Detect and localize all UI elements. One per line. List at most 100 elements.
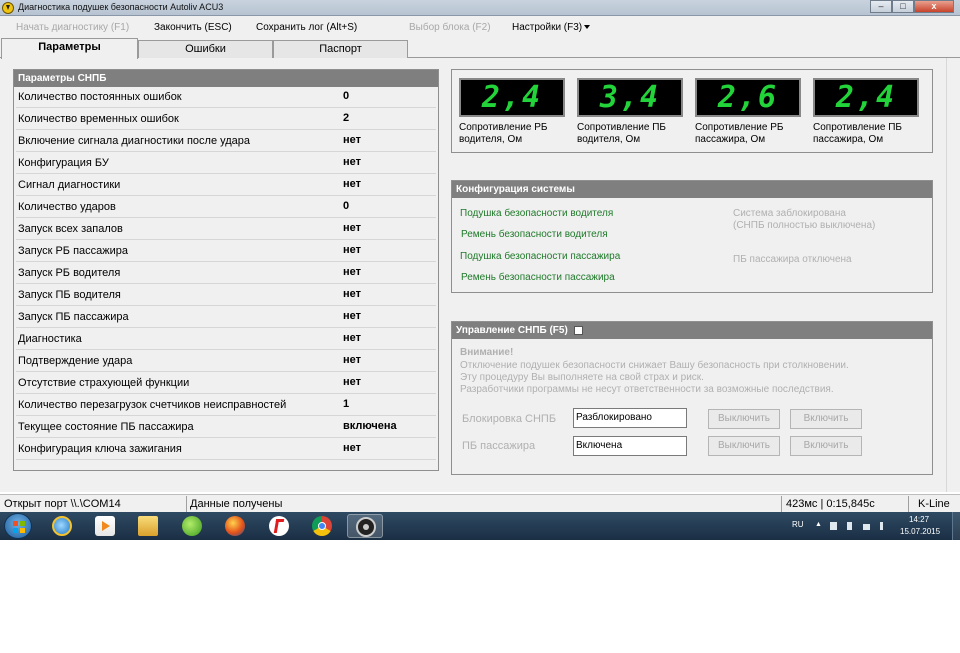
- show-desktop-button[interactable]: [952, 512, 960, 540]
- passenger-off-button[interactable]: Выключить: [708, 436, 780, 456]
- resistance-label-line2: пассажира, Ом: [813, 134, 884, 145]
- tray-expand-icon[interactable]: ▲: [815, 521, 822, 528]
- network-signal-icon[interactable]: [863, 524, 870, 530]
- taskbar-chrome[interactable]: [304, 514, 340, 538]
- param-label: Конфигурация БУ: [18, 157, 109, 169]
- clock-time[interactable]: 14:27: [909, 515, 929, 524]
- resistance-display: 2,6 Сопротивление РБ пассажира, Ом: [695, 78, 801, 146]
- taskbar-ie[interactable]: [44, 514, 80, 538]
- minimize-button[interactable]: –: [870, 0, 892, 13]
- config-header: Конфигурация системы: [452, 181, 932, 198]
- app-logo-icon: [2, 2, 14, 14]
- param-value: 2: [343, 112, 350, 124]
- resistance-value: 3,4: [577, 78, 683, 117]
- param-value: нет: [343, 156, 362, 168]
- block-on-button[interactable]: Включить: [790, 409, 862, 429]
- internet-explorer-icon: [52, 516, 72, 536]
- yandex-browser-icon: [269, 516, 289, 536]
- param-row: Количество ударов 0: [16, 197, 436, 218]
- chrome-icon: [312, 516, 332, 536]
- param-label: Запуск ПБ водителя: [18, 289, 121, 301]
- passenger-on-button[interactable]: Включить: [790, 436, 862, 456]
- params-panel: Параметры СНПБ Количество постоянных оши…: [13, 69, 439, 471]
- action-center-icon[interactable]: [830, 522, 837, 530]
- param-row: Запуск РБ пассажира нет: [16, 241, 436, 262]
- param-label: Текущее состояние ПБ пассажира: [18, 421, 194, 433]
- taskbar-explorer[interactable]: [130, 514, 166, 538]
- param-row: Подтверждение удара нет: [16, 351, 436, 372]
- start-button[interactable]: [4, 513, 32, 539]
- param-row: Запуск РБ водителя нет: [16, 263, 436, 284]
- resistance-label-line1: Сопротивление РБ: [695, 122, 784, 133]
- utorrent-icon: [182, 516, 202, 536]
- param-value: нет: [343, 222, 362, 234]
- param-value: 0: [343, 200, 350, 212]
- params-header: Параметры СНПБ: [14, 70, 438, 87]
- menu-start-diagnostics[interactable]: Начать диагностику (F1): [16, 22, 129, 33]
- tab-parameters[interactable]: Параметры: [1, 38, 138, 59]
- tab-bar: Параметры Ошибки Паспорт: [0, 38, 960, 59]
- param-value: нет: [343, 376, 362, 388]
- volume-icon[interactable]: [880, 522, 888, 530]
- resistance-value: 2,4: [813, 78, 919, 117]
- warning-title: Внимание!: [460, 347, 514, 358]
- param-value: 1: [343, 398, 350, 410]
- menu-select-block[interactable]: Выбор блока (F2): [409, 22, 491, 33]
- param-row: Диагностика нет: [16, 329, 436, 350]
- status-bar: Открыт порт \\.\COM14 Данные получены 42…: [0, 494, 960, 512]
- config-passenger-off: ПБ пассажира отключена: [733, 254, 852, 265]
- warning-line: Разработчики программы не несут ответств…: [460, 384, 834, 395]
- resistance-display: 2,4 Сопротивление РБ водителя, Ом: [459, 78, 565, 146]
- param-value: нет: [343, 310, 362, 322]
- block-status-field[interactable]: Разблокировано: [573, 408, 687, 428]
- folder-icon: [138, 516, 158, 536]
- taskbar-utorrent[interactable]: [174, 514, 210, 538]
- title-bar: Диагностика подушек безопасности Autoliv…: [0, 0, 960, 16]
- maximize-button[interactable]: □: [892, 0, 914, 13]
- config-item: Ремень безопасности пассажира: [461, 272, 615, 283]
- menu-finish[interactable]: Закончить (ESC): [154, 22, 232, 33]
- clock-date[interactable]: 15.07.2015: [900, 527, 940, 536]
- resistance-label-line1: Сопротивление ПБ: [577, 122, 666, 133]
- param-label: Отсутствие страхующей функции: [18, 377, 190, 389]
- taskbar-yandex[interactable]: [261, 514, 297, 538]
- battery-icon[interactable]: [847, 522, 852, 530]
- taskbar-diagnostics-app[interactable]: [347, 514, 383, 538]
- tab-errors[interactable]: Ошибки: [138, 40, 273, 58]
- taskbar-media[interactable]: [87, 514, 123, 538]
- warning-line: Отключение подушек безопасности снижает …: [460, 360, 849, 371]
- resistance-value: 2,6: [695, 78, 801, 117]
- control-enable-checkbox[interactable]: [573, 325, 583, 335]
- param-label: Диагностика: [18, 333, 82, 345]
- param-value: включена: [343, 420, 397, 432]
- resistance-label: Сопротивление РБ пассажира, Ом: [695, 122, 801, 146]
- resistance-label: Сопротивление ПБ водителя, Ом: [577, 122, 683, 146]
- param-label: Запуск РБ пассажира: [18, 245, 129, 257]
- resistance-label-line1: Сопротивление ПБ: [813, 122, 902, 133]
- window-title: Диагностика подушек безопасности Autoliv…: [18, 2, 224, 12]
- menu-save-log[interactable]: Сохранить лог (Alt+S): [256, 22, 357, 33]
- param-label: Подтверждение удара: [18, 355, 133, 367]
- config-item: Подушка безопасности пассажира: [460, 251, 621, 262]
- srs-control-panel: Управление СНПБ (F5) Внимание! Отключени…: [451, 321, 933, 475]
- resistance-label: Сопротивление РБ водителя, Ом: [459, 122, 565, 146]
- close-button[interactable]: x: [914, 0, 954, 13]
- resistance-label-line1: Сопротивление РБ: [459, 122, 548, 133]
- taskbar: RU ▲ 14:27 15.07.2015: [0, 512, 960, 540]
- block-off-button[interactable]: Выключить: [708, 409, 780, 429]
- taskbar-firefox[interactable]: [217, 514, 253, 538]
- param-value: нет: [343, 288, 362, 300]
- media-player-icon: [95, 516, 115, 536]
- language-indicator[interactable]: RU: [792, 520, 804, 529]
- param-value: 0: [343, 90, 350, 102]
- passenger-status-field[interactable]: Включена: [573, 436, 687, 456]
- param-label: Запуск ПБ пассажира: [18, 311, 129, 323]
- param-value: нет: [343, 134, 362, 146]
- menu-settings[interactable]: Настройки (F3): [512, 22, 591, 33]
- system-tray: RU ▲ 14:27 15.07.2015: [780, 512, 960, 540]
- system-config-panel: Конфигурация системы Подушка безопасност…: [451, 180, 933, 293]
- tab-passport[interactable]: Паспорт: [273, 40, 408, 58]
- chevron-down-icon: [584, 25, 591, 30]
- param-row: Количество постоянных ошибок 0: [16, 87, 436, 108]
- param-value: нет: [343, 266, 362, 278]
